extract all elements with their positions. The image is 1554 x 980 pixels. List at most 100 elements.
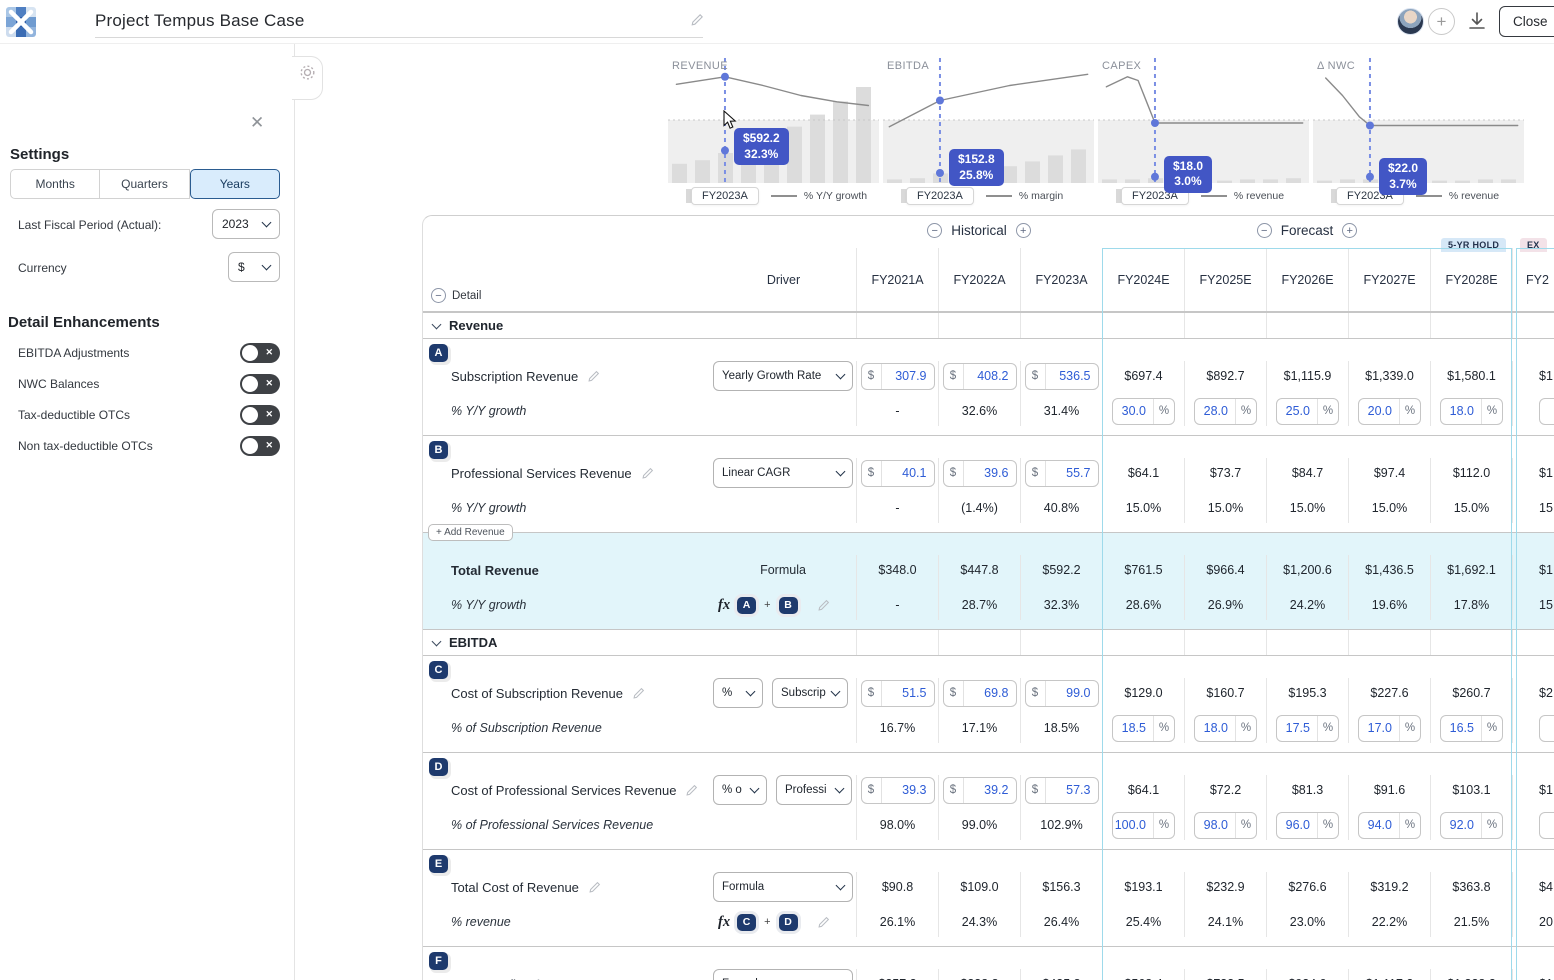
edit-row-pencil-icon[interactable] <box>641 466 655 480</box>
cell-input-percent[interactable]: 98.0% <box>1194 812 1257 839</box>
cell-value: $1,9 <box>1539 563 1554 577</box>
add-revenue-button[interactable]: + Add Revenue <box>428 524 513 541</box>
cell-input-percent[interactable]: 94.0% <box>1358 812 1421 839</box>
cell-input-dollar[interactable]: $39.6 <box>943 460 1017 487</box>
toggle-switch[interactable]: ✕ <box>240 405 280 425</box>
kpi-chart-revenue[interactable]: REVENUE$592.232.3%FY2023A% Y/Y growth <box>668 58 879 210</box>
cell-input-percent[interactable]: 16.5% <box>1440 715 1503 742</box>
driver-select[interactable]: % <box>713 678 763 708</box>
cell-input-dollar[interactable]: $536.5 <box>1025 363 1099 390</box>
close-button[interactable]: Close <box>1499 6 1554 37</box>
cell-input-percent[interactable]: 17.5% <box>1276 715 1339 742</box>
driver-select[interactable]: % o <box>713 775 767 805</box>
tab-years[interactable]: Years <box>190 169 280 199</box>
row-subrow-label: % Y/Y growth <box>451 598 526 612</box>
kpi-chart-ebitda[interactable]: EBITDA$152.825.8%FY2023A% margin <box>883 58 1094 210</box>
cell-input-percent[interactable]: 100.0% <box>1112 812 1175 839</box>
value-cell: $109.024.3% <box>938 872 1020 937</box>
collapse-detail-icon[interactable]: − <box>431 288 446 303</box>
cell-input-dollar[interactable]: $99.0 <box>1025 680 1099 707</box>
section-header[interactable]: EBITDA <box>423 630 856 655</box>
collapse-historical-icon[interactable]: − <box>927 223 942 238</box>
value-cell: $193.125.4% <box>1102 872 1184 937</box>
cell-value: $363.8 <box>1452 880 1490 894</box>
chevron-down-icon <box>836 881 846 891</box>
driver-select[interactable]: Subscrip <box>772 678 848 708</box>
cell-input-dollar[interactable]: $51.5 <box>861 680 935 707</box>
driver-select[interactable]: Linear CAGR <box>713 458 853 488</box>
collapse-forecast-icon[interactable]: − <box>1257 223 1272 238</box>
cell-input-percent[interactable]: 18.0% <box>1194 715 1257 742</box>
cell-input-dollar[interactable]: $39.3 <box>861 777 935 804</box>
cell-input-percent[interactable]: 20.0% <box>1358 398 1421 425</box>
driver-select[interactable]: Formula <box>713 969 853 980</box>
cell-value: 15.0% <box>1290 501 1325 515</box>
edit-row-pencil-icon[interactable] <box>632 686 646 700</box>
cell-input-percent[interactable]: 18.5% <box>1112 715 1175 742</box>
value-cell: $1,328.3 <box>1430 969 1512 980</box>
cell-input-percent[interactable]: 28.0% <box>1194 398 1257 425</box>
value-cell: $1,815% <box>1512 361 1554 426</box>
driver-select[interactable]: Yearly Growth Rate <box>713 361 853 391</box>
value-cell: $568.4 <box>1102 969 1184 980</box>
section-header[interactable]: Revenue <box>423 313 856 338</box>
input-value: 536.5 <box>1046 369 1098 383</box>
cell-input-dollar[interactable]: $408.2 <box>943 363 1017 390</box>
edit-row-pencil-icon[interactable] <box>587 369 601 383</box>
download-icon[interactable] <box>1466 10 1488 32</box>
cell-input-dollar[interactable]: $69.8 <box>943 680 1017 707</box>
cell-input-dollar[interactable]: $40.1 <box>861 460 935 487</box>
cell-input-percent[interactable]: 30.0% <box>1112 398 1175 425</box>
user-avatar[interactable] <box>1397 8 1424 35</box>
cell-input-dollar[interactable]: $55.7 <box>1025 460 1099 487</box>
edit-row-pencil-icon[interactable] <box>685 783 699 797</box>
toggle-switch[interactable]: ✕ <box>240 374 280 394</box>
driver-cell: % o Professi <box>711 775 856 840</box>
currency-prefix: $ <box>862 461 882 486</box>
edit-row-pencil-icon[interactable] <box>588 880 602 894</box>
edit-formula-pencil-icon[interactable] <box>817 598 831 612</box>
cell-input-percent[interactable]: 18.0% <box>1440 398 1503 425</box>
fiscal-period-select[interactable]: 2023 <box>212 209 280 239</box>
input-value: 408.2 <box>964 369 1016 383</box>
cell-value: $129.0 <box>1124 686 1162 700</box>
formula-ref-chip-b[interactable]: B <box>779 597 798 614</box>
invite-plus-button[interactable]: + <box>1428 8 1455 35</box>
cell-input-dollar[interactable]: $307.9 <box>861 363 935 390</box>
tab-quarters[interactable]: Quarters <box>100 169 189 199</box>
cell-input-percent[interactable]: 90% <box>1539 812 1554 839</box>
formula-ref-chip-d[interactable]: D <box>779 914 798 931</box>
currency-select[interactable]: $ <box>228 252 280 282</box>
close-icon[interactable]: ✕ <box>250 114 264 131</box>
cell-input-percent[interactable]: 16% <box>1539 715 1554 742</box>
settings-gear-tab[interactable] <box>292 56 323 100</box>
cell-input-dollar[interactable]: $57.3 <box>1025 777 1099 804</box>
kpi-chart-nwc[interactable]: Δ NWC$22.03.7%FY2023A% revenue <box>1313 58 1524 210</box>
value-cell: $592.232.3% <box>1020 555 1102 620</box>
project-title-field[interactable]: Project Tempus Base Case <box>95 4 703 38</box>
value-cell: $81.396.0% <box>1266 775 1348 840</box>
edit-title-pencil-icon[interactable] <box>690 12 705 27</box>
driver-select[interactable]: Professi <box>776 775 852 805</box>
value-cell: $55.740.8% <box>1020 458 1102 523</box>
kpi-chart-capex[interactable]: CAPEX$18.03.0%FY2023A% revenue <box>1098 58 1309 210</box>
cell-input-percent[interactable]: 25.0% <box>1276 398 1339 425</box>
cell-input-percent[interactable]: 96.0% <box>1276 812 1339 839</box>
edit-formula-pencil-icon[interactable] <box>817 915 831 929</box>
formula-ref-chip-a[interactable]: A <box>737 597 756 614</box>
cell-input-dollar[interactable]: $39.2 <box>943 777 1017 804</box>
cell-input-percent[interactable]: 15% <box>1539 398 1554 425</box>
toggle-switch[interactable]: ✕ <box>240 436 280 456</box>
cell-input-percent[interactable]: 17.0% <box>1358 715 1421 742</box>
tab-months[interactable]: Months <box>10 169 100 199</box>
driver-select[interactable]: Formula <box>713 872 853 902</box>
expand-forecast-icon[interactable]: + <box>1342 223 1357 238</box>
cell-value: $64.1 <box>1128 783 1159 797</box>
chart-title: EBITDA <box>887 60 929 72</box>
cell-input-percent[interactable]: 92.0% <box>1440 812 1503 839</box>
row-label-cell: Cost of Professional Services Revenue% o… <box>423 775 711 840</box>
input-value: 39.2 <box>964 783 1016 797</box>
expand-historical-icon[interactable]: + <box>1016 223 1031 238</box>
formula-ref-chip-c[interactable]: C <box>737 914 756 931</box>
toggle-switch[interactable]: ✕ <box>240 343 280 363</box>
